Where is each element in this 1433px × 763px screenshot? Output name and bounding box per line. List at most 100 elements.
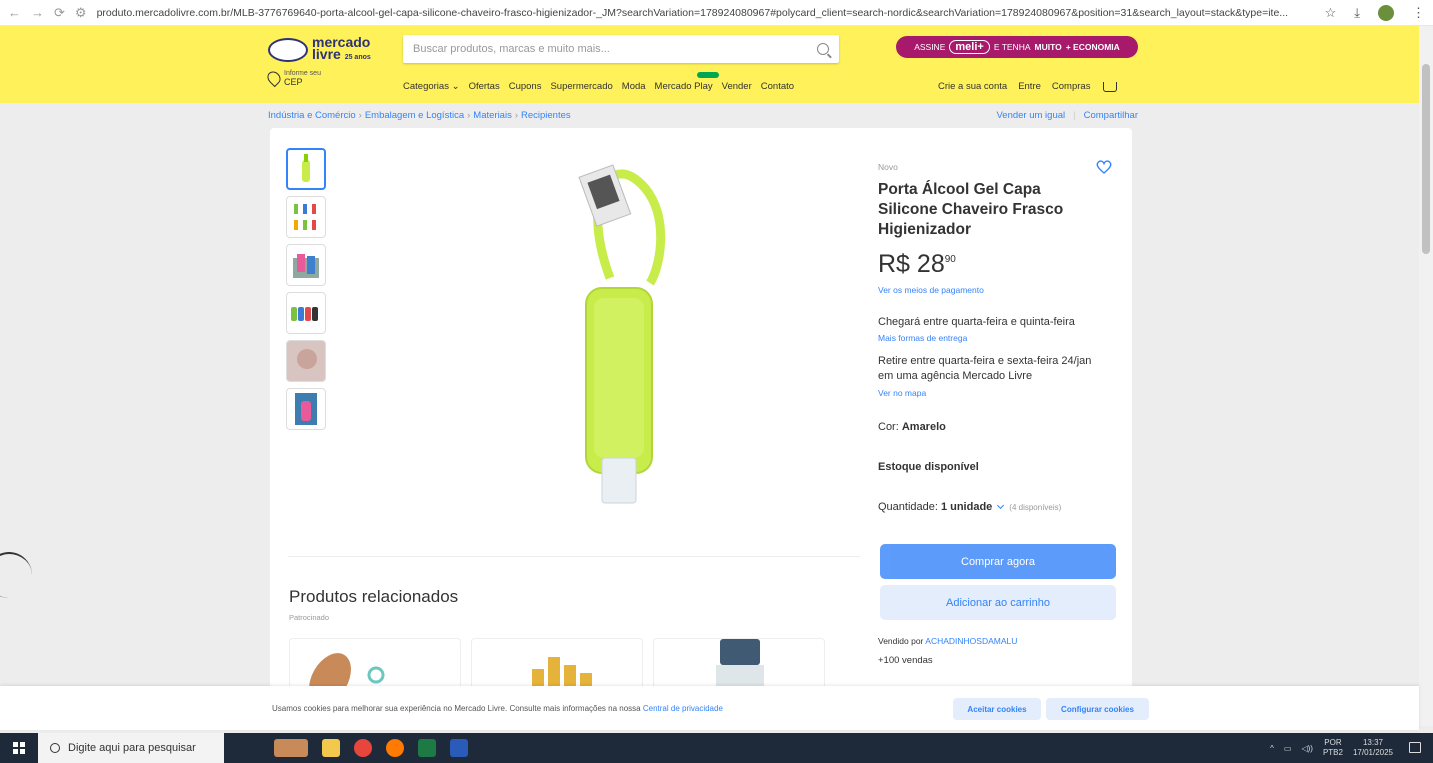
handshake-icon [268, 38, 308, 62]
notification-icon[interactable] [1409, 742, 1421, 753]
cep-label: Informe seu [284, 70, 321, 77]
product-main-image[interactable] [550, 158, 710, 508]
start-button[interactable] [0, 733, 38, 763]
excel-icon[interactable] [418, 739, 436, 757]
nav-vender[interactable]: Vender [722, 81, 752, 92]
browser-toolbar: ← → ⟳ ⚙ produto.mercadolivre.com.br/MLB-… [0, 0, 1433, 26]
meli-plus-banner[interactable]: ASSINE meli+ E TENHA MUITO + ECONOMIA [896, 36, 1138, 58]
nav-moda[interactable]: Moda [622, 81, 646, 92]
site-header: mercado livre 25 anos Informe seu CEP AS… [0, 26, 1433, 103]
accept-cookies-button[interactable]: Aceitar cookies [953, 698, 1041, 720]
quantity-selector[interactable]: Quantidade: 1 unidade (4 disponíveis) [878, 501, 1061, 513]
firefox-icon[interactable] [386, 739, 404, 757]
cart-icon[interactable] [1103, 81, 1118, 92]
system-tray: ^ ▭ ◁)) POR PTB2 13:37 17/01/2025 [1270, 733, 1393, 763]
related-product-card[interactable] [471, 638, 643, 688]
cep-selector[interactable]: Informe seu CEP [264, 68, 321, 88]
cep-value: CEP [284, 77, 303, 87]
search-icon [50, 743, 60, 753]
breadcrumb-item[interactable]: Indústria e Comércio [268, 110, 356, 121]
mercadolivre-logo[interactable]: mercado livre 25 anos [268, 35, 371, 64]
reload-icon[interactable]: ⟳ [54, 5, 65, 21]
related-product-card[interactable] [653, 638, 825, 688]
profile-avatar[interactable] [1378, 4, 1394, 21]
related-products-list [289, 638, 825, 688]
volume-icon[interactable]: ◁)) [1301, 744, 1312, 753]
payment-methods-link[interactable]: Ver os meios de pagamento [878, 285, 984, 295]
nav-ofertas[interactable]: Ofertas [469, 81, 500, 92]
address-bar[interactable]: produto.mercadolivre.com.br/MLB-37767696… [97, 7, 1315, 19]
login-link[interactable]: Entre [1018, 81, 1041, 92]
forward-icon[interactable]: → [31, 5, 44, 20]
thumbnail[interactable] [286, 148, 326, 190]
cookie-message: Usamos cookies para melhorar sua experiê… [272, 704, 641, 713]
download-icon[interactable]: ⤓ [1354, 5, 1360, 21]
scrollbar-thumb[interactable] [1422, 64, 1430, 254]
more-shipping-link[interactable]: Mais formas de entrega [878, 333, 967, 343]
taskbar-apps [274, 739, 468, 757]
seller-info: Vendido por ACHADINHOSDAMALU [878, 636, 1017, 646]
taskbar-search[interactable]: Digite aqui para pesquisar [38, 733, 224, 763]
view-map-link[interactable]: Ver no mapa [878, 388, 926, 398]
color-selector: Cor: Amarelo [878, 421, 946, 433]
breadcrumb-item[interactable]: Embalagem e Logística [365, 110, 464, 121]
heart-icon[interactable] [1096, 160, 1112, 174]
meli-plus-badge: meli+ [949, 40, 990, 54]
back-icon[interactable]: ← [8, 5, 21, 20]
thumbnail[interactable] [286, 292, 326, 334]
sponsored-label: Patrocinado [289, 613, 330, 622]
sell-similar-link[interactable]: Vender um igual [996, 110, 1065, 121]
add-to-cart-button[interactable]: Adicionar ao carrinho [880, 585, 1116, 620]
condition-label: Novo [878, 162, 898, 172]
nav-mercado-play[interactable]: Mercado Play [655, 81, 713, 92]
taskbar-clock[interactable]: 13:37 17/01/2025 [1353, 738, 1393, 758]
breadcrumb-item[interactable]: Materiais [473, 110, 512, 121]
people-widget-icon[interactable] [274, 739, 308, 757]
quantity-label: Quantidade: [878, 501, 938, 513]
buy-box: Novo Porta Álcool Gel Capa Silicone Chav… [868, 128, 1132, 688]
buy-now-button[interactable]: Comprar agora [880, 544, 1116, 579]
thumbnail[interactable] [286, 196, 326, 238]
search-icon[interactable] [817, 43, 829, 55]
browser-menu-icon[interactable]: ⋮ [1412, 5, 1425, 21]
nav-categorias[interactable]: Categorias ⌄ [403, 81, 460, 92]
thumbnail[interactable] [286, 244, 326, 286]
shipping-estimate: Chegará entre quarta-feira e quinta-feir… [878, 316, 1075, 328]
logo-badge: 25 anos [344, 54, 371, 61]
privacy-center-link[interactable]: Central de privacidade [643, 704, 723, 713]
divider: | [1073, 110, 1076, 121]
taskbar-search-text: Digite aqui para pesquisar [68, 742, 196, 754]
breadcrumb: Indústria e Comércio › Embalagem e Logísti… [268, 110, 571, 121]
scrollbar[interactable] [1419, 26, 1433, 726]
nav-cupons[interactable]: Cupons [509, 81, 542, 92]
chrome-icon[interactable] [354, 739, 372, 757]
purchases-link[interactable]: Compras [1052, 81, 1091, 92]
share-links: Vender um igual | Compartilhar [996, 110, 1138, 121]
configure-cookies-button[interactable]: Configurar cookies [1046, 698, 1149, 720]
pickup-estimate: Retire entre quarta-feira e sexta-feira … [878, 355, 1092, 382]
price-int: 28 [916, 250, 945, 278]
seller-name-link[interactable]: ACHADINHOSDAMALU [925, 636, 1017, 646]
network-icon[interactable]: ▭ [1284, 744, 1292, 753]
product-title: Porta Álcool Gel Capa Silicone Chaveiro … [878, 181, 1064, 238]
promo-economia: + ECONOMIA [1065, 42, 1120, 52]
chevron-right-icon: › [514, 110, 518, 121]
search-input[interactable] [413, 43, 817, 55]
section-divider [288, 556, 860, 557]
related-product-card[interactable] [289, 638, 461, 688]
price-cents: 90 [944, 254, 956, 265]
tray-chevron-up-icon[interactable]: ^ [1270, 744, 1274, 753]
site-info-icon[interactable]: ⚙ [75, 5, 87, 21]
create-account-link[interactable]: Crie a sua conta [938, 81, 1007, 92]
search-box [403, 35, 839, 63]
file-explorer-icon[interactable] [322, 739, 340, 757]
breadcrumb-item[interactable]: Recipientes [521, 110, 571, 121]
word-icon[interactable] [450, 739, 468, 757]
bookmark-star-icon[interactable]: ☆ [1325, 5, 1337, 21]
nav-supermercado[interactable]: Supermercado [550, 81, 612, 92]
thumbnail[interactable] [286, 388, 326, 430]
thumbnail[interactable] [286, 340, 326, 382]
promo-muito: MUITO [1034, 42, 1062, 52]
share-link[interactable]: Compartilhar [1084, 110, 1138, 121]
nav-contato[interactable]: Contato [761, 81, 794, 92]
